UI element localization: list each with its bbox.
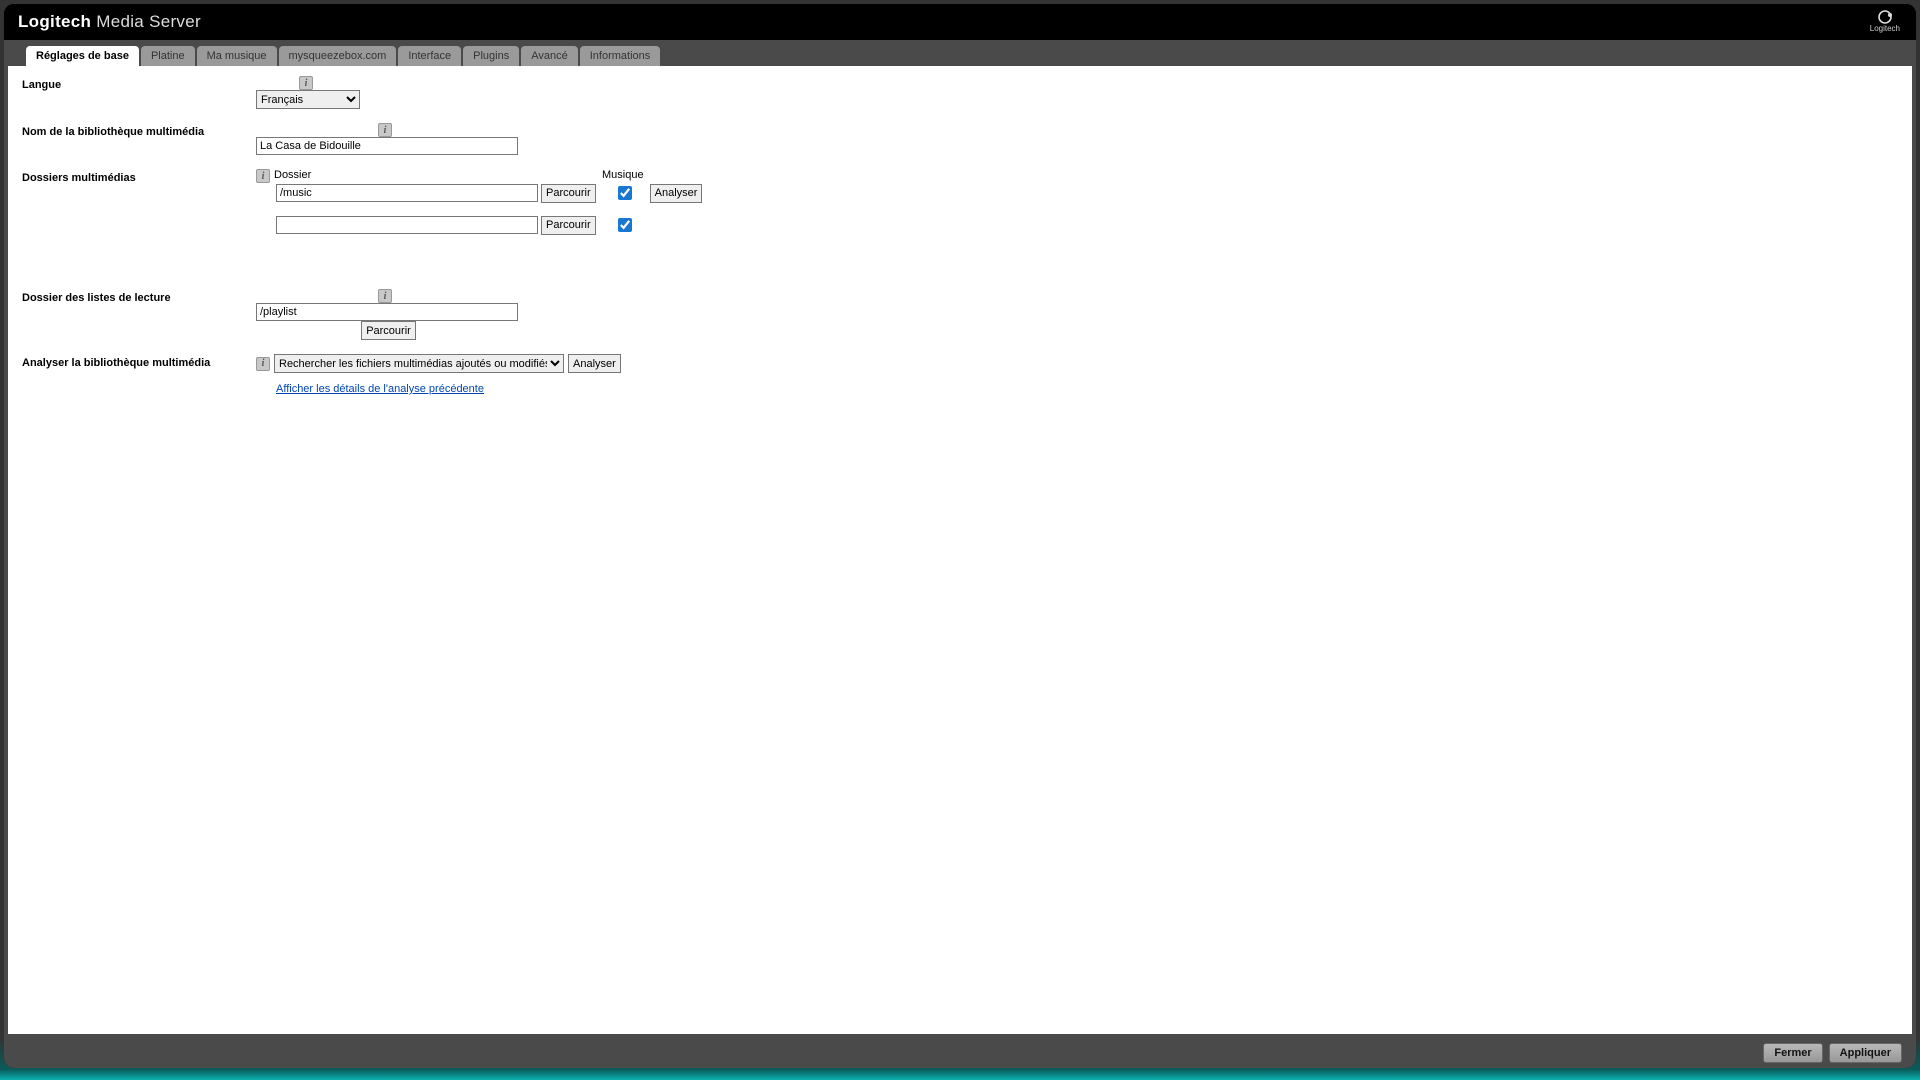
- label-rescan: Analyser la bibliothèque multimédia: [22, 354, 256, 369]
- tab-ma-musique[interactable]: Ma musique: [197, 46, 277, 66]
- apply-button[interactable]: Appliquer: [1829, 1043, 1902, 1063]
- language-select[interactable]: Français: [256, 90, 360, 109]
- info-icon[interactable]: i: [378, 289, 392, 303]
- browse-button[interactable]: Parcourir: [541, 184, 596, 203]
- app-window: Logitech Media Server Logitech Réglages …: [4, 4, 1916, 1068]
- rescan-analyze-button[interactable]: Analyser: [568, 354, 621, 373]
- label-library-name: Nom de la bibliothèque multimédia: [22, 123, 256, 138]
- info-icon[interactable]: i: [299, 76, 313, 90]
- tab-mysqueezebox-com[interactable]: mysqueezebox.com: [279, 46, 397, 66]
- column-header-folder: Dossier: [274, 169, 544, 183]
- info-icon[interactable]: i: [256, 357, 270, 371]
- app-title-product: Media Server: [91, 12, 201, 31]
- tab-avanc[interactable]: Avancé: [521, 46, 578, 66]
- footer-bar: Fermer Appliquer: [4, 1038, 1916, 1068]
- brand-logo: Logitech: [1870, 10, 1900, 33]
- header-bar: Logitech Media Server Logitech: [4, 4, 1916, 40]
- label-language: Langue: [22, 76, 256, 91]
- tab-bar: Réglages de basePlatineMa musiquemysquee…: [4, 40, 1916, 66]
- browse-button[interactable]: Parcourir: [361, 321, 416, 340]
- brand-logo-label: Logitech: [1870, 24, 1900, 33]
- settings-content: Langue i Français Nom de la bibliothèque…: [8, 66, 1912, 1034]
- playlist-folder-input[interactable]: [256, 303, 518, 321]
- tab-plugins[interactable]: Plugins: [463, 46, 519, 66]
- info-icon[interactable]: i: [378, 123, 392, 137]
- media-folder-path-input-2[interactable]: [276, 216, 538, 234]
- close-button[interactable]: Fermer: [1763, 1043, 1822, 1063]
- library-name-input[interactable]: [256, 137, 518, 155]
- info-icon[interactable]: i: [256, 169, 270, 183]
- media-folder-music-checkbox-1[interactable]: [618, 186, 632, 200]
- column-header-music: Musique: [602, 169, 644, 183]
- show-last-scan-link[interactable]: Afficher les détails de l'analyse précéd…: [276, 383, 621, 395]
- tab-informations[interactable]: Informations: [580, 46, 661, 66]
- media-folder-row: Parcourir: [256, 215, 702, 235]
- label-playlist-folder: Dossier des listes de lecture: [22, 289, 256, 304]
- app-title: Logitech Media Server: [18, 12, 201, 32]
- tab-platine[interactable]: Platine: [141, 46, 195, 66]
- media-folder-path-input-1[interactable]: [276, 184, 538, 202]
- browse-button[interactable]: Parcourir: [541, 216, 596, 235]
- tab-interface[interactable]: Interface: [398, 46, 461, 66]
- analyze-folder-button[interactable]: Analyser: [650, 184, 703, 203]
- logitech-logo-icon: [1874, 10, 1896, 24]
- rescan-mode-select[interactable]: Rechercher les fichiers multimédias ajou…: [274, 354, 564, 373]
- media-folder-music-checkbox-2[interactable]: [618, 218, 632, 232]
- media-folder-row: Parcourir Analyser: [256, 183, 702, 203]
- app-title-brand: Logitech: [18, 12, 91, 31]
- label-media-folders: Dossiers multimédias: [22, 169, 256, 184]
- tab-r-glages-de-base[interactable]: Réglages de base: [26, 46, 139, 66]
